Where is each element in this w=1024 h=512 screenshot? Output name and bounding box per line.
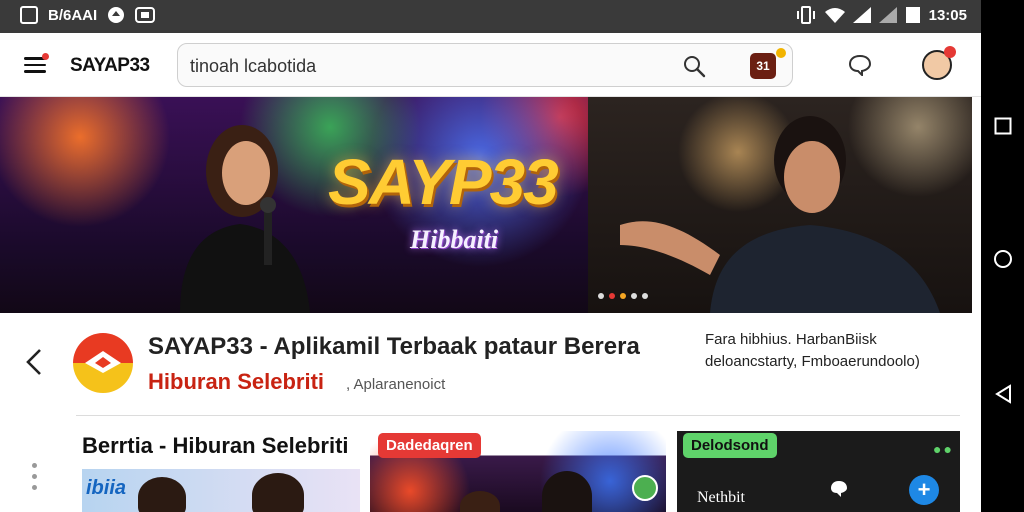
news-card[interactable]: ibiia (82, 469, 360, 512)
carousel-dot[interactable] (598, 293, 604, 299)
gallery-icon (135, 7, 156, 23)
signal-icon-2 (878, 7, 897, 23)
divider (76, 415, 960, 416)
card-text: ibiia (86, 477, 127, 499)
add-button[interactable]: + (909, 475, 939, 505)
status-bar-right: 13:05 (795, 6, 967, 24)
app-subtitle: Hiburan Selebriti (148, 369, 325, 394)
speaker-figure (620, 116, 940, 313)
status-bar-left: B/6AAI (20, 6, 156, 24)
vibrate-icon (796, 6, 815, 24)
banner-subtitle: Hibbaiti (410, 225, 499, 254)
chat-bubble-icon (831, 481, 847, 497)
singer-figure (180, 125, 310, 313)
app-title: SAYAP33 - Aplikamil Terbaak pataur Berer… (148, 333, 640, 360)
battery-icon (905, 7, 920, 23)
app-logo (73, 333, 133, 393)
calendar-badge (776, 48, 786, 58)
screenshot-icon (20, 6, 38, 24)
person-figure (138, 477, 186, 512)
chevron-left-icon[interactable] (22, 347, 46, 377)
notification-badge (944, 46, 956, 58)
carousel-indicator[interactable] (598, 293, 648, 299)
status-carrier-text: B/6AAI (48, 6, 98, 24)
carousel-dot[interactable] (631, 293, 637, 299)
calendar-label: 31 (756, 59, 770, 73)
wifi-icon (824, 8, 845, 23)
banner-title: SAYP33 (328, 146, 559, 218)
calendar-icon[interactable]: 31 (750, 53, 776, 79)
clock: 13:05 (928, 6, 967, 24)
menu-icon[interactable] (24, 53, 49, 73)
system-nav-bar (981, 0, 1024, 512)
recents-icon[interactable] (993, 116, 1013, 136)
app-screen: B/6AAI 13:05 SAYAP33 31 (0, 0, 981, 512)
person-figure (460, 491, 500, 512)
person-figure (542, 471, 592, 512)
search-icon[interactable] (682, 54, 706, 78)
app-subtitle-extra: , Aplaranenoict (346, 376, 446, 393)
hero-banner[interactable]: SAYP33 Hibbaiti (0, 97, 972, 313)
search-input[interactable] (190, 54, 650, 78)
app-description-line: deloancstarty, Fmboaerundoolo) (705, 353, 920, 370)
app-info-section: SAYAP33 - Aplikamil Terbaak pataur Berer… (0, 313, 981, 417)
app-description-line: Fara hibhius. HarbanBiisk (705, 331, 877, 348)
search-bar[interactable]: 31 (177, 43, 793, 87)
share-icon[interactable] (632, 475, 658, 501)
app-header: SAYAP33 31 (0, 33, 981, 97)
app-description: Fara hibhius. HarbanBiisk deloancstarty,… (705, 329, 973, 373)
home-icon[interactable] (993, 249, 1013, 269)
app-logo-mark (85, 351, 121, 373)
card-text: Nethbit (697, 489, 745, 506)
carousel-dot[interactable] (609, 293, 615, 299)
card-tag: Delodsond (683, 433, 777, 458)
menu-notification-dot (42, 53, 49, 60)
news-section: Berrtia - Hiburan Selebriti ibiia Dadeda… (0, 417, 981, 512)
news-card[interactable]: Delodsond ●● Nethbit + (677, 431, 960, 512)
carousel-dot[interactable] (620, 293, 626, 299)
more-horiz-icon[interactable]: ●● (933, 441, 954, 457)
status-bar: B/6AAI 13:05 (0, 0, 981, 33)
signal-icon (852, 7, 871, 23)
chat-icon[interactable] (848, 54, 872, 76)
news-card[interactable]: Dadedaqren (370, 431, 666, 512)
person-figure (252, 473, 304, 512)
back-icon[interactable] (993, 384, 1013, 404)
brand-logo[interactable]: SAYAP33 (70, 55, 150, 77)
carousel-dot[interactable] (642, 293, 648, 299)
more-vert-icon[interactable] (32, 463, 38, 503)
location-icon (108, 7, 125, 23)
card-tag: Dadedaqren (378, 433, 481, 458)
section-title: Berrtia - Hiburan Selebriti (82, 433, 349, 458)
